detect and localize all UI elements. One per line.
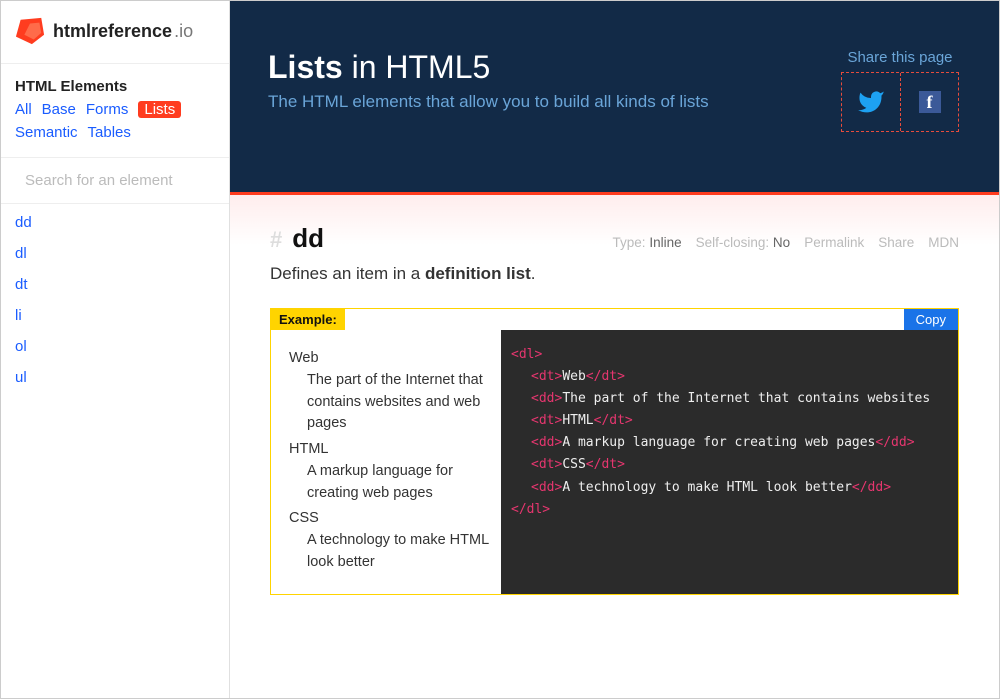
example-box: Example: Copy Web The part of the Intern…	[270, 308, 959, 595]
example-render: Web The part of the Internet that contai…	[271, 330, 501, 594]
nav-semantic[interactable]: Semantic	[15, 124, 78, 141]
hero-text: Lists in HTML5 The HTML elements that al…	[268, 49, 709, 112]
content: # dd Type: Inline Self-closing: No Perma…	[230, 192, 999, 698]
element-description: Defines an item in a definition list.	[270, 264, 959, 284]
sidebar-item-li[interactable]: li	[15, 307, 215, 324]
copy-button[interactable]: Copy	[904, 309, 958, 330]
hero: Lists in HTML5 The HTML elements that al…	[230, 1, 999, 192]
render-def: A technology to make HTML look better	[307, 530, 489, 574]
nav-lists[interactable]: Lists	[138, 101, 181, 118]
element-meta: Type: Inline Self-closing: No Permalink …	[613, 235, 959, 250]
share-box: Share this page f	[841, 49, 959, 132]
element-list: dd dl dt li ol ul	[1, 204, 229, 396]
sidebar-item-dd[interactable]: dd	[15, 214, 215, 231]
search-area	[1, 158, 229, 204]
nav-links: All Base Forms Lists Semantic Tables	[15, 101, 215, 141]
hero-title: Lists in HTML5	[268, 49, 709, 86]
share-label: Share this page	[841, 49, 959, 66]
brand-name: htmlreference	[53, 21, 172, 42]
sidebar-item-ol[interactable]: ol	[15, 338, 215, 355]
share-twitter[interactable]	[842, 73, 900, 131]
meta-share[interactable]: Share	[878, 235, 914, 250]
render-def: A markup language for creating web pages	[307, 461, 489, 505]
nav-section: HTML Elements All Base Forms Lists Seman…	[1, 64, 229, 158]
main: Lists in HTML5 The HTML elements that al…	[230, 1, 999, 698]
logo[interactable]: htmlreference.io	[1, 1, 229, 64]
render-term: HTML	[289, 439, 489, 461]
hero-subtitle: The HTML elements that allow you to buil…	[268, 92, 709, 112]
share-facebook[interactable]: f	[900, 73, 958, 131]
example-label: Example:	[271, 309, 345, 330]
search-input[interactable]	[25, 172, 224, 189]
nav-base[interactable]: Base	[42, 101, 76, 118]
sidebar-item-dl[interactable]: dl	[15, 245, 215, 262]
meta-type: Type: Inline	[613, 235, 682, 250]
twitter-icon	[857, 88, 885, 116]
meta-selfclosing: Self-closing: No	[696, 235, 791, 250]
share-icons: f	[841, 72, 959, 132]
sidebar-item-dt[interactable]: dt	[15, 276, 215, 293]
element-name: dd	[292, 223, 324, 254]
sidebar-item-ul[interactable]: ul	[15, 369, 215, 386]
meta-permalink[interactable]: Permalink	[804, 235, 864, 250]
nav-all[interactable]: All	[15, 101, 32, 118]
meta-mdn[interactable]: MDN	[928, 235, 959, 250]
facebook-icon: f	[919, 91, 941, 113]
nav-forms[interactable]: Forms	[86, 101, 129, 118]
render-term: Web	[289, 348, 489, 370]
example-code: <dl> <dt>Web</dt> <dd>The part of the In…	[501, 330, 958, 594]
brand-tld: .io	[174, 21, 193, 42]
render-term: CSS	[289, 508, 489, 530]
nav-title: HTML Elements	[15, 78, 215, 95]
nav-tables[interactable]: Tables	[88, 124, 131, 141]
hash-icon: #	[270, 227, 282, 253]
sidebar: htmlreference.io HTML Elements All Base …	[1, 1, 230, 698]
logo-icon	[15, 17, 45, 45]
render-def: The part of the Internet that contains w…	[307, 370, 489, 435]
element-header: # dd Type: Inline Self-closing: No Perma…	[230, 223, 999, 284]
